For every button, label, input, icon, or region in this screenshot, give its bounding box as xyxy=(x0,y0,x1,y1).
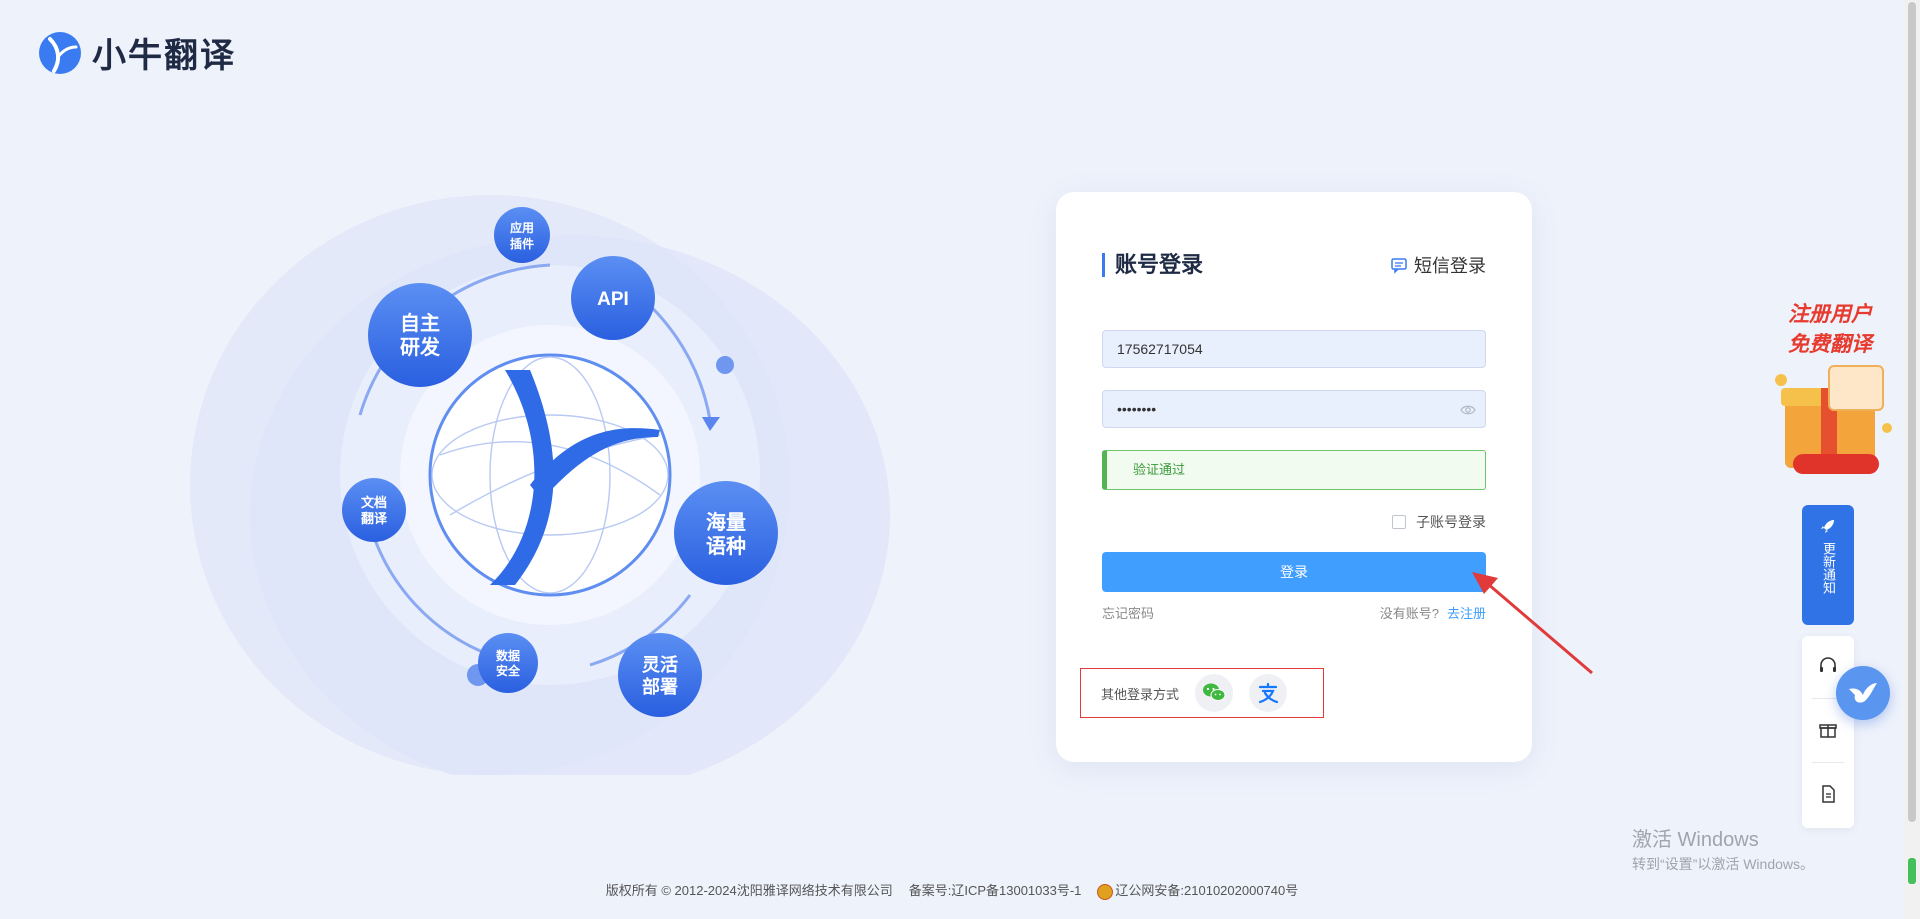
message-icon xyxy=(1391,258,1407,274)
login-title: 账号登录 xyxy=(1102,253,1203,277)
sms-login-link[interactable]: 短信登录 xyxy=(1390,252,1486,278)
footer-police-text: 辽公网安备:21010202000740号 xyxy=(1115,883,1299,898)
captcha-verified-text: 验证通过 xyxy=(1133,462,1186,477)
page-footer: 版权所有 © 2012-2024沈阳雅译网络技术有限公司 备案号:辽ICP备13… xyxy=(0,880,1904,900)
svg-text:文档翻译: 文档翻译 xyxy=(361,495,388,526)
bubble-self-dev-line2: 研发 xyxy=(400,335,441,359)
promo-line1: 注册用户 xyxy=(1788,303,1872,326)
bird-icon xyxy=(1849,683,1877,703)
sidebar-divider xyxy=(1812,762,1844,763)
gift-box-illustration xyxy=(1775,365,1892,474)
gift-icon[interactable] xyxy=(1818,720,1838,740)
watermark-line2: 转到“设置”以激活 Windows。 xyxy=(1632,856,1815,872)
wechat-login-button[interactable] xyxy=(1195,674,1234,712)
page-scrollbar[interactable] xyxy=(1904,0,1920,919)
sub-account-checkbox[interactable] xyxy=(1392,515,1406,529)
brand-name: 小牛翻译 xyxy=(92,37,236,75)
rocket-icon xyxy=(1821,520,1834,533)
other-login-methods: 其他登录方式 xyxy=(1080,668,1324,718)
bubble-security-line2: 安全 xyxy=(496,663,521,678)
hero-graphic: 应用插件 API 自主研发 文档翻译 海量语种 数据安全 灵活部署 xyxy=(190,195,890,795)
brand-logo-icon xyxy=(39,31,81,74)
bubble-doc-line2: 翻译 xyxy=(361,511,388,526)
promo-line2: 免费翻译 xyxy=(1788,333,1872,356)
bubble-languages-line1: 海量 xyxy=(706,510,746,534)
no-account-text: 没有账号? xyxy=(1379,606,1439,621)
sub-account-toggle[interactable]: 子账号登录 xyxy=(1392,512,1486,532)
login-card: 账号登录 短信登录 验证通过 子账号登录 登录 忘记密码 没有账号?去注册 其他… xyxy=(1056,192,1532,762)
scrollbar-indicator xyxy=(1908,858,1916,884)
bubble-self-dev-line1: 自主 xyxy=(400,311,440,335)
footer-copyright: 版权所有 © 2012-2024沈阳雅译网络技术有限公司 xyxy=(605,883,893,899)
bubble-api: API xyxy=(597,289,629,310)
document-icon[interactable] xyxy=(1818,784,1838,804)
eye-icon[interactable] xyxy=(1460,402,1476,418)
annotation-arrow xyxy=(1472,572,1593,675)
brand-logo[interactable]: 小牛翻译 xyxy=(38,28,236,77)
register-promo[interactable]: 注册用户 免费翻译 xyxy=(1755,300,1905,490)
bubble-plugin-line1: 应用 xyxy=(510,220,534,235)
bubble-plugin-line2: 插件 xyxy=(510,236,534,251)
sub-account-label: 子账号登录 xyxy=(1416,514,1486,530)
login-button[interactable]: 登录 xyxy=(1102,552,1486,592)
sidebar-tools xyxy=(1802,636,1854,828)
alipay-icon xyxy=(1258,682,1279,704)
login-card-header: 账号登录 短信登录 xyxy=(1102,252,1486,278)
other-login-label: 其他登录方式 xyxy=(1101,686,1180,702)
footer-icp-link[interactable]: 备案号:辽ICP备13001033号-1 xyxy=(909,880,1082,899)
scrollbar-thumb[interactable] xyxy=(1908,2,1916,822)
password-input[interactable] xyxy=(1102,390,1486,428)
bubble-deploy-line2: 部署 xyxy=(642,676,678,697)
bubble-doc-line1: 文档 xyxy=(361,495,387,510)
police-badge-icon xyxy=(1097,883,1114,900)
assistant-bird-button[interactable] xyxy=(1836,666,1890,720)
sms-login-label: 短信登录 xyxy=(1414,256,1486,276)
username-input[interactable] xyxy=(1102,330,1486,368)
update-notice-button[interactable]: 更新通知 xyxy=(1802,505,1854,625)
alipay-login-button[interactable] xyxy=(1249,674,1288,712)
update-notice-label: 更新通知 xyxy=(1821,542,1836,594)
headset-icon[interactable] xyxy=(1818,656,1838,676)
captcha-verified-bar[interactable]: 验证通过 xyxy=(1102,450,1486,490)
promo-text: 注册用户 免费翻译 xyxy=(1755,300,1905,360)
footer-police-link[interactable]: 辽公网安备:21010202000740号 xyxy=(1097,880,1298,900)
bubble-security-line1: 数据 xyxy=(496,648,520,663)
bubble-deploy-line1: 灵活 xyxy=(642,654,678,675)
windows-activation-watermark: 激活 Windows 转到“设置”以激活 Windows。 xyxy=(1632,823,1814,874)
bubble-languages-line2: 语种 xyxy=(706,535,746,558)
wechat-icon xyxy=(1203,683,1226,701)
forgot-password-link[interactable]: 忘记密码 xyxy=(1102,603,1154,622)
watermark-line1: 激活 Windows xyxy=(1632,829,1759,851)
hero-illustration: 应用插件 API 自主研发 文档翻译 海量语种 数据安全 灵活部署 xyxy=(190,155,910,795)
